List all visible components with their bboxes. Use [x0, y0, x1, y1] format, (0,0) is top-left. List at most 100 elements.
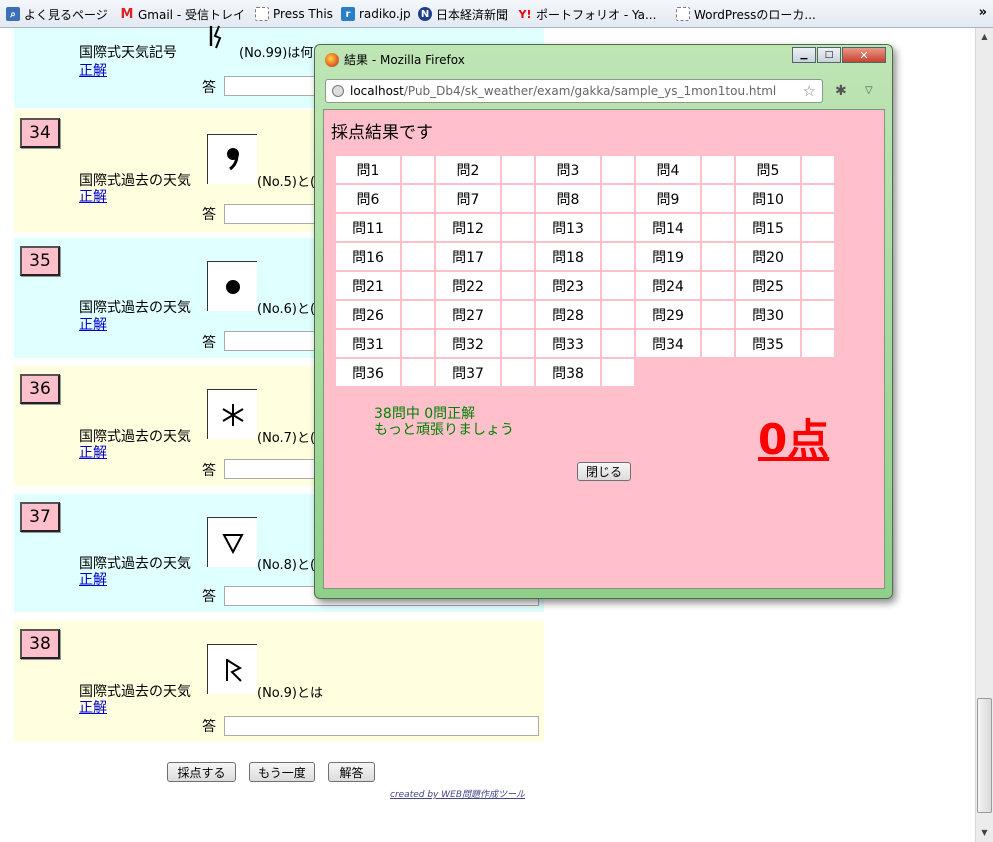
grade-button[interactable]: 採点する — [167, 762, 236, 782]
result-mark-cell — [502, 272, 534, 299]
question-label-cell: 問21 — [336, 272, 400, 299]
scrollbar-thumb[interactable] — [977, 698, 992, 813]
weather-symbol-icon — [207, 261, 257, 311]
weather-symbol-icon — [207, 389, 257, 439]
question-tail-text: (No.8)と( — [257, 558, 316, 573]
correct-answer-link[interactable]: 正解 — [79, 314, 107, 334]
result-mark-cell — [502, 359, 534, 386]
question-label-cell: 問38 — [536, 359, 600, 386]
correct-answer-link[interactable]: 正解 — [79, 569, 107, 589]
result-mark-cell — [402, 301, 434, 328]
question-label-cell: 問19 — [636, 243, 700, 270]
results-heading: 採点結果です — [331, 123, 433, 143]
results-row: 問36 問37 問38 — [336, 359, 834, 386]
yahoo-icon: Y! — [518, 7, 532, 21]
url-bar[interactable]: localhost/Pub_Db4/sk_weather/exam/gakka/… — [325, 79, 823, 103]
result-mark-cell — [502, 156, 534, 183]
question-label-cell: 問25 — [736, 272, 800, 299]
bookmarks-overflow-chevron[interactable]: » — [979, 5, 987, 20]
result-mark-cell — [702, 156, 734, 183]
scroll-down-arrow-icon[interactable]: ▼ — [976, 824, 993, 841]
maximize-icon[interactable]: □ — [817, 47, 841, 63]
minimize-icon[interactable]: ▁ — [792, 47, 816, 63]
result-mark-cell — [402, 359, 434, 386]
bookmark-label: よく見るページ — [24, 7, 108, 22]
result-mark-cell — [702, 214, 734, 241]
question-tail-text: (No.7)と( — [257, 431, 316, 446]
weather-symbol-icon — [207, 517, 257, 567]
page-scrollbar[interactable]: ▲ ▼ — [975, 28, 993, 842]
question-tail-text: (No.99)は何 — [239, 46, 314, 61]
site-identity-icon[interactable] — [332, 85, 344, 97]
result-mark-cell — [402, 185, 434, 212]
question-label-cell: 問34 — [636, 330, 700, 357]
results-summary: 38問中 0問正解 もっと頑張りましょう — [374, 406, 514, 438]
result-mark-cell — [502, 185, 534, 212]
answer-input[interactable] — [224, 716, 539, 736]
question-label-cell: 問11 — [336, 214, 400, 241]
show-answers-button[interactable]: 解答 — [328, 762, 375, 782]
result-mark-cell — [802, 156, 834, 183]
retry-button[interactable]: もう一度 — [249, 762, 315, 782]
bookmark-label: radiko.jp — [359, 7, 411, 21]
question-number: 35 — [20, 246, 60, 276]
result-mark-cell — [402, 214, 434, 241]
question-label-cell: 問29 — [636, 301, 700, 328]
result-mark-cell — [502, 243, 534, 270]
results-row: 問31 問32 問33 問34 問35 — [336, 330, 834, 357]
question-label-cell: 問17 — [436, 243, 500, 270]
bookmark-most-visited[interactable]: ⌕ よく見るページ — [6, 6, 108, 22]
correct-answer-link[interactable]: 正解 — [79, 697, 107, 717]
question-label-cell: 問15 — [736, 214, 800, 241]
result-mark-cell — [602, 185, 634, 212]
result-mark-cell — [402, 272, 434, 299]
dropdown-arrow-icon[interactable]: ▽ — [865, 85, 873, 96]
window-controls: ▁ □ ✕ — [791, 47, 886, 63]
question-label-cell: 問16 — [336, 243, 400, 270]
bookmark-press-this[interactable]: Press This — [255, 6, 333, 22]
credit-link[interactable]: created by WEB問題作成ツール — [390, 787, 525, 800]
bookmark-star-icon[interactable]: ☆ — [803, 82, 816, 100]
bookmark-label: ポートフォリオ - Ya... — [536, 7, 657, 22]
question-label-cell: 問33 — [536, 330, 600, 357]
bookmark-gmail[interactable]: M Gmail - 受信トレイ — [120, 6, 245, 22]
weather-symbol-icon — [207, 24, 227, 52]
answer-label: 答 — [202, 589, 216, 605]
question-label-cell: 問35 — [736, 330, 800, 357]
window-title-bar[interactable]: 結果 - Mozilla Firefox — [325, 51, 465, 68]
firebug-icon[interactable]: ✱ — [835, 83, 847, 99]
result-mark-cell — [802, 185, 834, 212]
results-row: 問11 問12 問13 問14 問15 — [336, 214, 834, 241]
close-button[interactable]: 閉じる — [577, 462, 631, 481]
summary-count: 38問中 0問正解 — [374, 406, 476, 422]
bookmark-nikkei[interactable]: N 日本経済新聞 — [418, 6, 508, 22]
result-mark-cell — [502, 214, 534, 241]
result-mark-cell — [602, 301, 634, 328]
result-mark-cell — [702, 301, 734, 328]
question-label-cell: 問30 — [736, 301, 800, 328]
question-number: 38 — [20, 629, 60, 659]
results-row: 問16 問17 問18 問19 問20 — [336, 243, 834, 270]
question-label-cell: 問7 — [436, 185, 500, 212]
bookmark-portfolio[interactable]: Y! ポートフォリオ - Ya... — [518, 6, 657, 22]
answer-label: 答 — [202, 80, 216, 96]
question-label-cell: 問36 — [336, 359, 400, 386]
question-number: 36 — [20, 374, 60, 404]
question-label-cell: 問13 — [536, 214, 600, 241]
result-mark-cell — [602, 359, 634, 386]
close-icon[interactable]: ✕ — [842, 47, 886, 63]
firefox-icon — [325, 52, 339, 67]
correct-answer-link[interactable]: 正解 — [79, 442, 107, 462]
bookmark-wordpress-local[interactable]: WordPressのローカ... — [676, 6, 816, 22]
bookmark-radiko[interactable]: r radiko.jp — [341, 6, 411, 22]
correct-answer-link[interactable]: 正解 — [79, 186, 107, 206]
result-mark-cell — [502, 301, 534, 328]
question-label-cell: 問1 — [336, 156, 400, 183]
question-label-cell: 問20 — [736, 243, 800, 270]
question-label-cell: 問12 — [436, 214, 500, 241]
correct-answer-link[interactable]: 正解 — [79, 60, 107, 80]
result-mark-cell — [702, 243, 734, 270]
scroll-up-arrow-icon[interactable]: ▲ — [976, 28, 993, 45]
result-mark-cell — [402, 156, 434, 183]
question-label-cell: 問22 — [436, 272, 500, 299]
